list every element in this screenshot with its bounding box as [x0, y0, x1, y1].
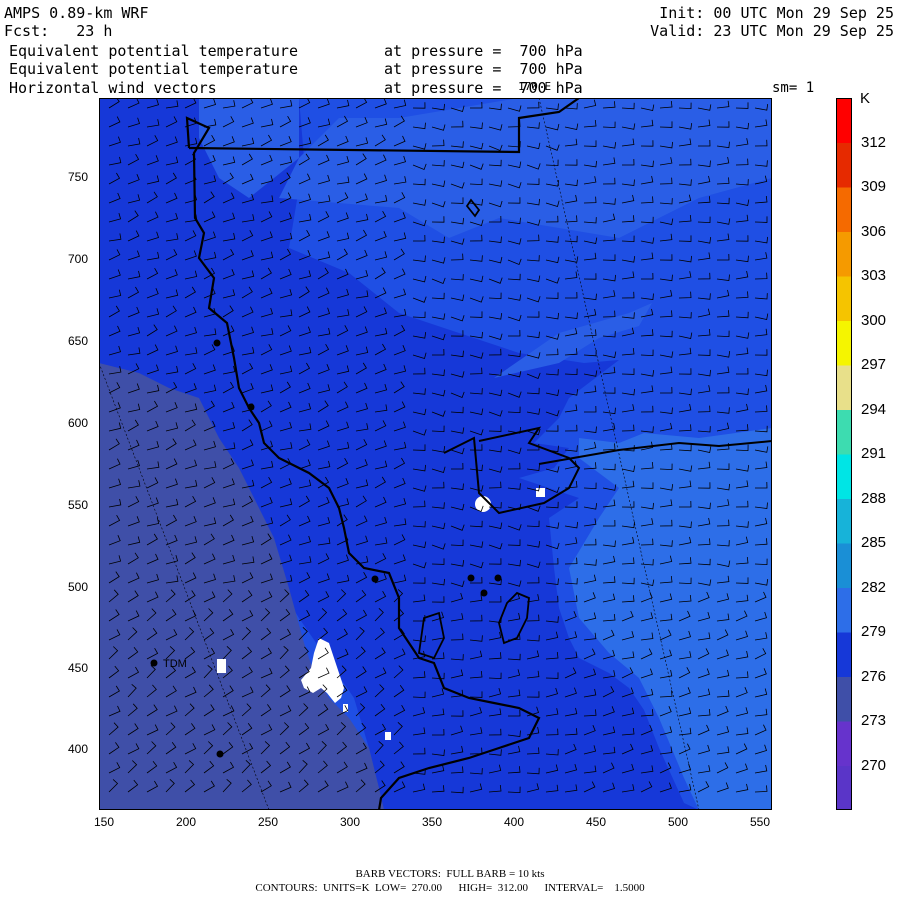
- colorbar-bin: [836, 587, 852, 633]
- station-dot: [371, 575, 379, 583]
- colorbar-bin: [836, 98, 852, 143]
- x-tick: 500: [668, 815, 689, 829]
- missing-patch-5: [385, 732, 391, 740]
- init-time: Init: 00 UTC Mon 29 Sep 25: [659, 4, 894, 22]
- station-dot-tdm: [150, 659, 158, 667]
- colorbar-bin: [836, 676, 852, 722]
- colorbar-bin: [836, 276, 852, 321]
- colorbar-unit: K: [860, 90, 871, 107]
- forecast-hour: Fcst: 23 h: [4, 22, 113, 40]
- colorbar-tick: 282: [861, 578, 887, 596]
- x-tick: 550: [750, 815, 771, 829]
- colorbar-bin: [836, 365, 852, 410]
- colorbar-bin: [836, 409, 852, 455]
- colorbar-tick: 309: [861, 178, 887, 195]
- x-tick: 250: [258, 815, 279, 829]
- colorbar-tick: 297: [861, 356, 887, 373]
- station-dot: [213, 339, 221, 347]
- field-3-name: Horizontal wind vectors: [9, 79, 217, 97]
- colorbar-bin: [836, 721, 852, 766]
- colorbar-bin: [836, 765, 852, 810]
- field-3-level: at pressure = 700 hPa: [384, 79, 583, 97]
- colorbar-tick: 276: [861, 667, 887, 685]
- x-tick: 350: [422, 815, 443, 829]
- y-tick: 600: [68, 416, 89, 430]
- field-2-level: at pressure = 700 hPa: [384, 60, 583, 78]
- colorbar-tick: 312: [861, 133, 887, 151]
- x-tick: 200: [176, 815, 197, 829]
- map-panel: TDM: [99, 98, 772, 810]
- x-tick: 300: [340, 815, 361, 829]
- colorbar-bin: [836, 543, 852, 588]
- colorbar: [836, 98, 852, 810]
- field-2-name: Equivalent potential temperature: [9, 60, 298, 78]
- y-tick: 750: [68, 170, 89, 184]
- y-tick: 700: [68, 252, 89, 266]
- colorbar-bin: [836, 142, 852, 188]
- colorbar-tick: 306: [861, 222, 887, 240]
- y-tick: 450: [68, 661, 89, 675]
- missing-patch-4: [217, 659, 226, 673]
- colorbar-bin: [836, 187, 852, 232]
- colorbar-tick: 300: [861, 311, 887, 329]
- model-title: AMPS 0.89-km WRF: [4, 4, 149, 22]
- colorbar-tick: 273: [861, 712, 887, 729]
- colorbar-tick: 285: [861, 534, 887, 551]
- x-tick: 450: [586, 815, 607, 829]
- colorbar-tick: 294: [861, 400, 887, 418]
- y-tick: 400: [68, 742, 89, 756]
- station-dot: [467, 574, 475, 582]
- field-1-level: at pressure = 700 hPa: [384, 42, 583, 60]
- station-dot: [247, 403, 255, 411]
- station-dot: [494, 574, 502, 582]
- colorbar-tick: 279: [861, 623, 887, 640]
- colorbar-bin: [836, 632, 852, 677]
- colorbar-tick: 291: [861, 445, 887, 462]
- footer-contour-info: CONTOURS: UNITS=K LOW= 270.00 HIGH= 312.…: [255, 882, 645, 894]
- station-label-tdm: TDM: [163, 658, 187, 670]
- colorbar-tick: 303: [861, 267, 887, 284]
- colorbar-tick: 288: [861, 489, 887, 507]
- y-tick: 500: [68, 580, 89, 594]
- meridian-label: 170 E: [518, 80, 552, 93]
- y-tick: 650: [68, 334, 89, 348]
- colorbar-tick: 270: [861, 756, 887, 774]
- station-dot: [480, 589, 488, 597]
- colorbar-bin: [836, 320, 852, 366]
- footer-barb-info: BARB VECTORS: FULL BARB = 10 kts: [355, 868, 545, 880]
- colorbar-bin: [836, 498, 852, 544]
- x-tick: 400: [504, 815, 525, 829]
- missing-patch-3: [536, 488, 545, 497]
- smoothing-label: sm= 1: [772, 80, 815, 96]
- colorbar-bin: [836, 454, 852, 499]
- y-tick: 550: [68, 498, 89, 512]
- colorbar-bin: [836, 231, 852, 277]
- station-dot: [216, 750, 224, 758]
- valid-time: Valid: 23 UTC Mon 29 Sep 25: [650, 22, 894, 40]
- x-tick: 150: [94, 815, 115, 829]
- field-1-name: Equivalent potential temperature: [9, 42, 298, 60]
